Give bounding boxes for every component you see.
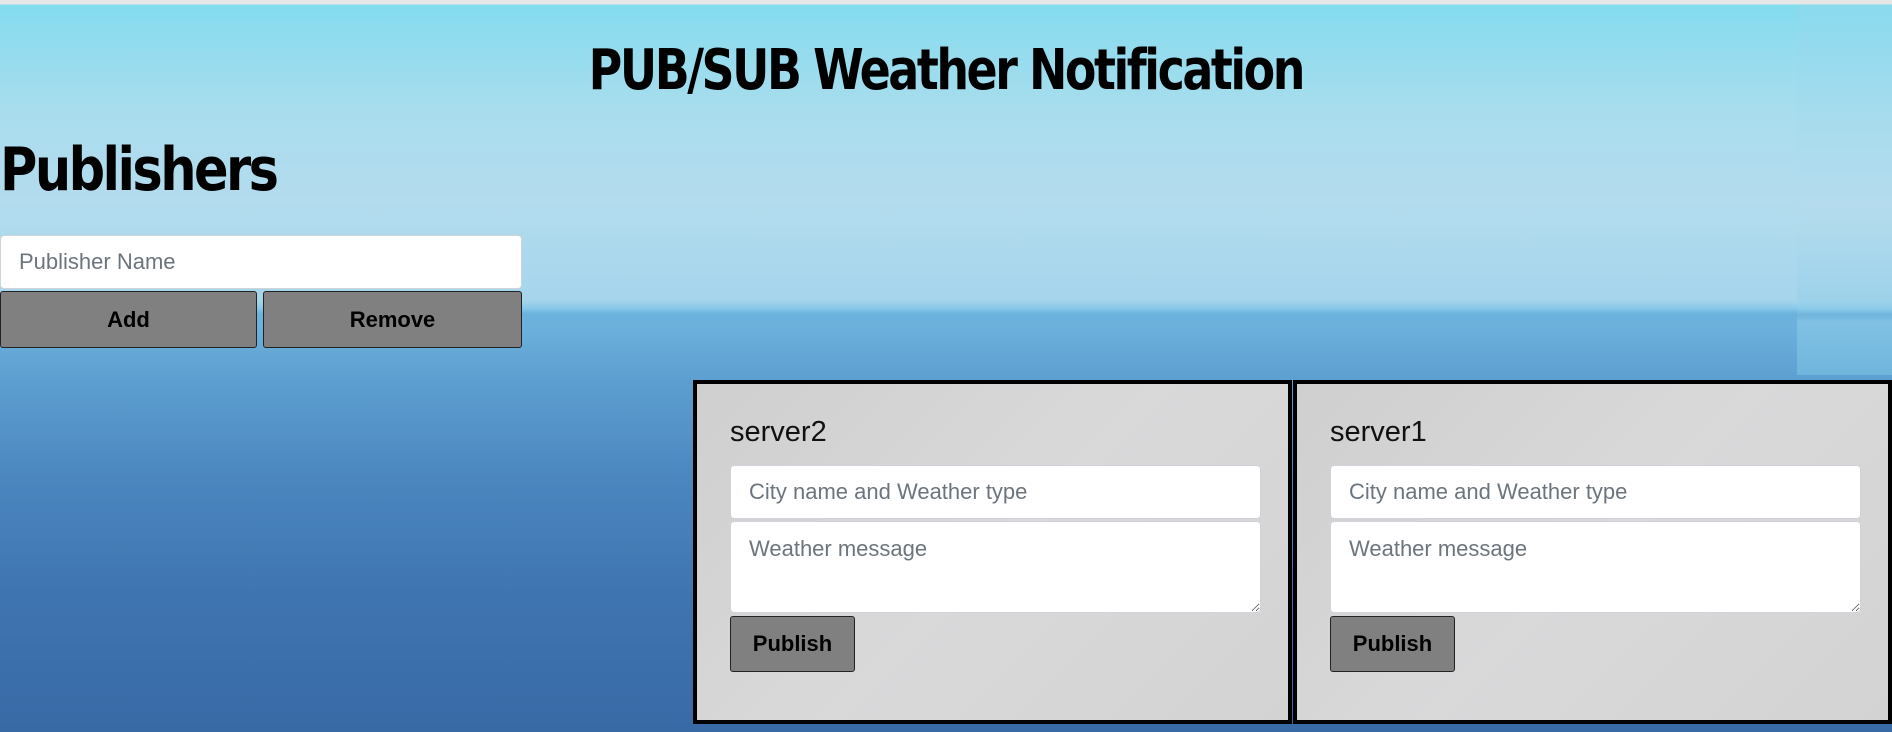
publish-button[interactable]: Publish	[730, 616, 855, 672]
page-title: PUB/SUB Weather Notification	[588, 38, 1306, 103]
publisher-card-title: server1	[1330, 416, 1427, 448]
publisher-card-server1: server1 Publish	[1293, 380, 1892, 724]
publisher-card-server2: server2 Publish	[693, 380, 1292, 724]
add-publisher-button[interactable]: Add	[0, 291, 257, 348]
weather-message-textarea[interactable]	[1330, 521, 1861, 613]
publisher-card-title: server2	[730, 416, 827, 448]
city-weather-type-input[interactable]	[730, 465, 1261, 519]
remove-publisher-button[interactable]: Remove	[263, 291, 522, 348]
weather-message-textarea[interactable]	[730, 521, 1261, 613]
publishers-heading: Publishers	[0, 135, 279, 205]
city-weather-type-input[interactable]	[1330, 465, 1861, 519]
publisher-name-input[interactable]	[0, 235, 522, 289]
publish-button[interactable]: Publish	[1330, 616, 1455, 672]
